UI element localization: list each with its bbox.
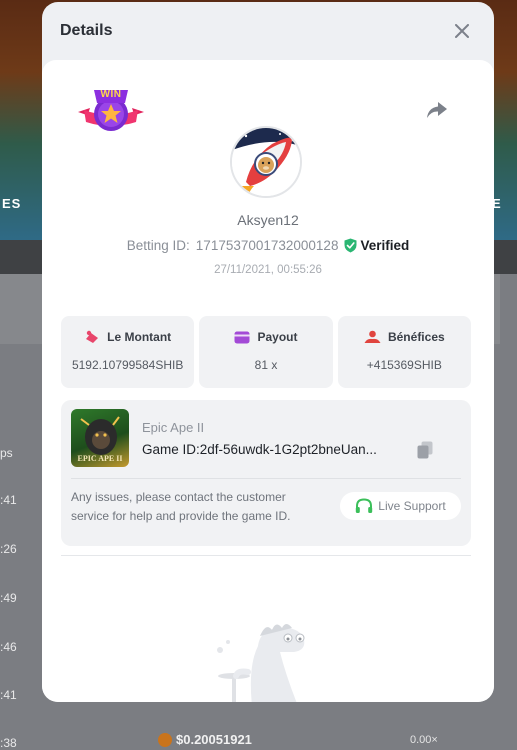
divider [61, 555, 471, 556]
dinosaur-mascot-icon [217, 624, 305, 702]
game-info-box: EPIC APE II Epic Ape II Game ID:2df-56uw… [61, 400, 471, 546]
background-row-label: :41 [0, 688, 17, 702]
game-id: Game ID:2df-56uwdk-1G2pt2bneUan... [142, 442, 377, 457]
stat-header: Le Montant [84, 330, 171, 344]
game-id-value: 2df-56uwdk-1G2pt2bneUan... [199, 442, 377, 457]
profit-icon [364, 330, 381, 343]
doge-rocket-avatar-icon [232, 128, 300, 196]
stat-label: Payout [257, 330, 298, 344]
background-row-label: :46 [0, 640, 17, 654]
username: Aksyen12 [237, 212, 299, 228]
copy-icon [417, 441, 433, 459]
verified-badge: Verified [344, 238, 409, 253]
background-row-label: :38 [0, 736, 17, 750]
details-modal: Details WIN Aksyen12 Betting ID: 1717537… [42, 2, 494, 702]
stat-label: Le Montant [107, 330, 172, 344]
bet-timestamp: 27/11/2021, 00:55:26 [214, 264, 322, 276]
copy-game-id-button[interactable] [417, 441, 435, 459]
game-id-label: Game ID: [142, 442, 200, 457]
stat-profit: Bénéfices +415369SHIB [337, 316, 471, 388]
betting-id-label: Betting ID: [126, 238, 190, 253]
bet-amount-icon [86, 330, 99, 343]
verified-label: Verified [360, 238, 410, 253]
background-row-label: :49 [0, 591, 17, 605]
win-badge: WIN [76, 86, 146, 142]
game-thumbnail[interactable]: EPIC APE II [71, 409, 129, 467]
betting-id-value: 1717537001732000128 [195, 238, 339, 253]
live-support-button[interactable]: Live Support [340, 492, 461, 520]
background-bottom-amount: $0.20051921 [158, 732, 252, 747]
wallet-icon [234, 331, 250, 343]
modal-header: Details [42, 2, 494, 60]
support-notice: Any issues, please contact the customer … [71, 490, 291, 523]
stat-value: +415369SHIB [366, 358, 442, 372]
live-support-label: Live Support [378, 499, 446, 513]
stat-header: Bénéfices [364, 330, 445, 344]
share-icon [427, 102, 447, 118]
share-button[interactable] [426, 100, 452, 122]
bet-stats: Le Montant 5192.10799584SHIB Payout 81 x… [61, 316, 471, 388]
background-bottom-amount-text: $0.20051921 [176, 732, 252, 747]
background-banner-label-left: ES [2, 196, 22, 211]
close-icon [455, 24, 469, 38]
details-card: WIN Aksyen12 Betting ID: 171753700173200… [42, 60, 494, 702]
game-name: Epic Ape II [142, 420, 205, 435]
win-badge-text: WIN [100, 89, 122, 100]
stat-header: Payout [234, 330, 298, 344]
betting-id-line: Betting ID: 1717537001732000128 Verified [42, 238, 494, 253]
divider [71, 478, 461, 479]
modal-title: Details [60, 22, 113, 39]
stat-value: 5192.10799584SHIB [71, 358, 184, 372]
background-row-label: ps [0, 446, 13, 460]
shield-check-icon [344, 238, 357, 253]
close-button[interactable] [450, 19, 474, 43]
stat-bet-amount: Le Montant 5192.10799584SHIB [61, 316, 195, 388]
stat-value: 81 x [254, 358, 278, 372]
game-thumbnail-label: EPIC APE II [77, 454, 123, 463]
background-row-label: :26 [0, 542, 17, 556]
stat-label: Bénéfices [387, 330, 445, 344]
avatar [230, 126, 302, 198]
stat-payout: Payout 81 x [199, 316, 333, 388]
background-bottom-multiplier: 0.00× [410, 734, 438, 746]
dinosaur-mascot [208, 616, 318, 702]
coin-icon [158, 732, 172, 747]
background-row-label: :41 [0, 493, 17, 507]
headset-icon [356, 497, 373, 513]
